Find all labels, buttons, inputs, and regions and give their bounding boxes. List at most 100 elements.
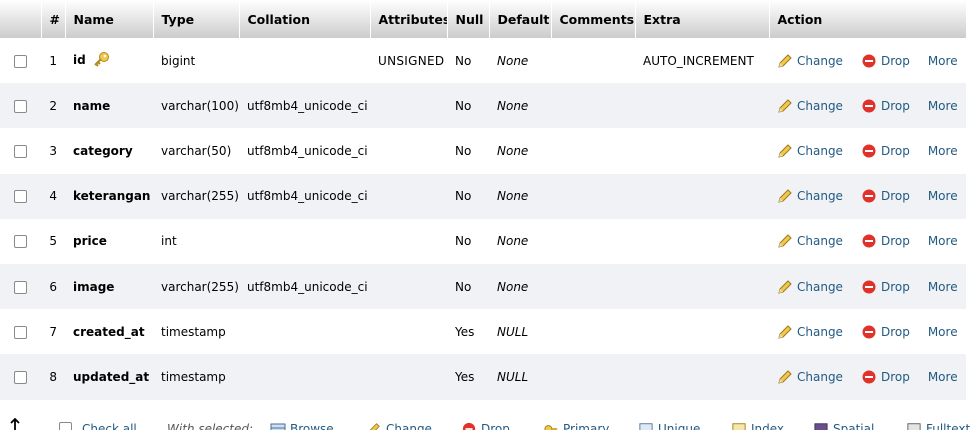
browse-icon xyxy=(270,423,286,430)
more-button[interactable]: More xyxy=(928,325,958,339)
change-button[interactable]: Change xyxy=(777,324,843,340)
column-collation xyxy=(239,309,370,355)
table-row: 1 id bigint UNSIGNED No None AUTO_INCREMENT Cha… xyxy=(0,38,966,84)
change-button[interactable]: Change xyxy=(777,279,843,295)
drop-button[interactable]: Drop xyxy=(861,233,910,249)
row-checkbox-cell[interactable] xyxy=(0,263,41,310)
row-number: 5 xyxy=(41,218,65,264)
drop-button[interactable]: Drop xyxy=(861,188,910,204)
change-button[interactable]: Change xyxy=(777,98,843,114)
drop-button[interactable]: Drop xyxy=(861,53,910,69)
more-button[interactable]: More xyxy=(928,99,958,113)
row-checkbox-cell[interactable] xyxy=(0,128,41,174)
header-type[interactable]: Type xyxy=(153,0,240,38)
column-name: keterangan xyxy=(65,173,153,219)
row-number: 2 xyxy=(41,83,65,129)
row-checkbox[interactable] xyxy=(14,370,27,384)
table-row: 4 keterangan varchar(255) utf8mb4_unicode_c… xyxy=(0,173,966,219)
pencil-icon xyxy=(778,370,792,384)
change-button[interactable]: Change xyxy=(777,188,843,204)
column-name: updated_at xyxy=(65,354,153,400)
column-comments xyxy=(551,354,635,400)
row-checkbox-cell[interactable] xyxy=(0,354,41,400)
row-checkbox-cell[interactable] xyxy=(0,218,41,264)
pencil-icon xyxy=(778,279,792,294)
bulk-spatial[interactable]: Spatial xyxy=(813,422,874,430)
change-button[interactable]: Change xyxy=(777,143,843,159)
pencil-icon xyxy=(778,144,792,158)
fulltext-icon xyxy=(907,423,921,430)
drop-button[interactable]: Drop xyxy=(861,324,910,340)
row-checkbox[interactable] xyxy=(14,190,27,204)
header-default[interactable]: Default xyxy=(489,0,552,38)
more-button[interactable]: More xyxy=(928,189,958,203)
change-button[interactable]: Change xyxy=(777,233,843,249)
drop-button[interactable]: Drop xyxy=(861,369,910,385)
more-button[interactable]: More xyxy=(928,280,958,294)
table-row: 5 price int No None Change Drop More xyxy=(0,218,966,264)
more-button[interactable]: More xyxy=(928,144,958,158)
pencil-icon xyxy=(778,189,792,203)
row-checkbox[interactable] xyxy=(14,235,27,249)
row-checkbox-cell[interactable] xyxy=(0,173,41,219)
bulk-index[interactable]: Index xyxy=(731,422,784,430)
drop-button[interactable]: Drop xyxy=(861,98,910,114)
row-actions: Change Drop More xyxy=(769,173,966,219)
column-collation: utf8mb4_unicode_ci xyxy=(239,263,370,310)
change-button[interactable]: Change xyxy=(777,369,843,385)
column-comments xyxy=(551,263,635,310)
check-all-link[interactable]: Check all xyxy=(82,422,137,430)
row-actions: Change Drop More xyxy=(769,263,966,310)
column-default: None xyxy=(489,173,551,219)
change-button[interactable]: Change xyxy=(777,53,843,69)
bulk-primary[interactable]: Primary xyxy=(543,422,609,430)
bulk-change[interactable]: Change xyxy=(366,422,432,430)
column-attributes: UNSIGNED xyxy=(370,38,447,84)
column-name: id xyxy=(65,38,153,84)
unique-icon xyxy=(639,423,653,430)
column-type: timestamp xyxy=(153,309,239,355)
header-num[interactable]: # xyxy=(41,0,66,38)
spatial-icon xyxy=(814,423,828,430)
row-checkbox[interactable] xyxy=(14,99,27,113)
drop-button[interactable]: Drop xyxy=(861,279,910,295)
row-checkbox[interactable] xyxy=(14,54,27,68)
column-name: name xyxy=(65,83,153,129)
bulk-fulltext[interactable]: Fulltext xyxy=(906,422,970,430)
bulk-drop[interactable]: Drop xyxy=(461,422,510,430)
column-null: No xyxy=(447,173,489,219)
pencil-icon xyxy=(369,423,380,430)
row-checkbox[interactable] xyxy=(14,280,27,294)
row-checkbox[interactable] xyxy=(14,144,27,158)
column-extra: AUTO_INCREMENT xyxy=(635,38,769,84)
header-extra[interactable]: Extra xyxy=(635,0,770,38)
row-checkbox[interactable] xyxy=(14,325,27,339)
column-extra xyxy=(635,173,769,219)
more-button[interactable]: More xyxy=(928,370,958,384)
row-actions: Change Drop More xyxy=(769,128,966,174)
check-all-checkbox[interactable] xyxy=(59,422,72,430)
row-checkbox-cell[interactable] xyxy=(0,38,41,84)
header-row: # Name Type Collation Attributes Null De… xyxy=(0,0,967,38)
header-null[interactable]: Null xyxy=(447,0,490,38)
drop-button[interactable]: Drop xyxy=(861,143,910,159)
header-attributes[interactable]: Attributes xyxy=(370,0,448,38)
header-comments[interactable]: Comments xyxy=(551,0,636,38)
header-collation[interactable]: Collation xyxy=(239,0,371,38)
row-actions: Change Drop More xyxy=(769,218,966,264)
column-extra xyxy=(635,83,769,129)
bulk-browse[interactable]: Browse xyxy=(270,422,334,430)
header-name[interactable]: Name xyxy=(65,0,154,38)
drop-icon xyxy=(862,99,876,113)
row-checkbox-cell[interactable] xyxy=(0,309,41,355)
more-button[interactable]: More xyxy=(928,54,958,68)
table-row: 7 created_at timestamp Yes NULL Change Drop Mor… xyxy=(0,309,966,355)
column-default: None xyxy=(489,83,551,129)
row-checkbox-cell[interactable] xyxy=(0,83,41,129)
bulk-unique[interactable]: Unique xyxy=(638,422,700,430)
more-button[interactable]: More xyxy=(928,234,958,248)
primary-key-icon xyxy=(92,51,110,70)
column-comments xyxy=(551,83,635,129)
column-null: No xyxy=(447,38,489,84)
row-number: 8 xyxy=(41,354,65,400)
